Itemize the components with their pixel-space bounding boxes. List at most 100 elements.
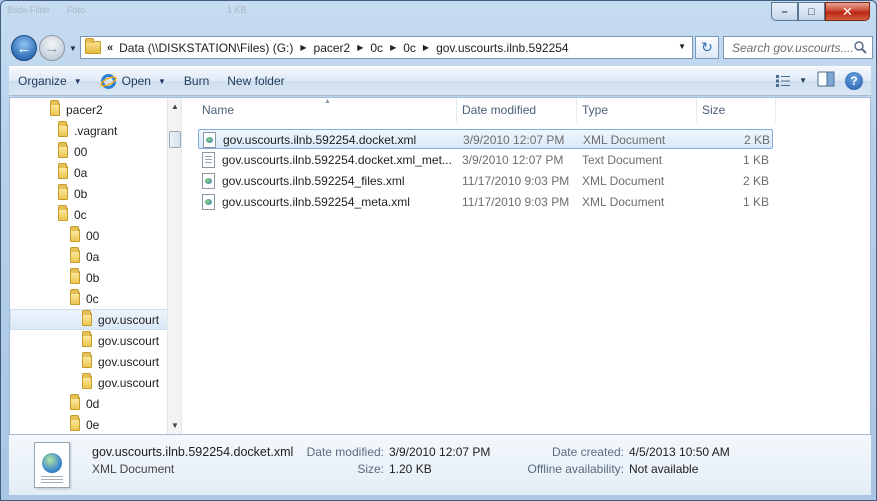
- tree-item[interactable]: 00: [70, 225, 99, 246]
- folder-icon: [70, 226, 80, 242]
- refresh-button[interactable]: ↻: [695, 36, 719, 59]
- file-size: 1 KB: [742, 195, 769, 209]
- breadcrumb-arrow-icon[interactable]: ▶: [357, 43, 363, 52]
- help-icon[interactable]: ?: [845, 71, 863, 90]
- tree-item[interactable]: gov.uscourt: [82, 372, 159, 393]
- tree-item[interactable]: 00: [58, 141, 87, 162]
- file-row[interactable]: gov.uscourts.ilnb.592254_meta.xml 11/17/2…: [198, 192, 773, 212]
- new-folder-label: New folder: [227, 74, 285, 88]
- details-size-label: Size:: [357, 462, 384, 476]
- close-button[interactable]: ✕: [825, 2, 870, 21]
- file-type-cell: Text Document: [582, 150, 662, 170]
- navigation-scrollbar[interactable]: ▲ ▼: [167, 98, 181, 434]
- breadcrumb-pacer2[interactable]: pacer2: [314, 41, 351, 55]
- folder-icon: [70, 268, 80, 284]
- organize-label: Organize: [18, 74, 67, 88]
- preview-pane-button[interactable]: [817, 71, 835, 90]
- tree-item-label: 0b: [74, 186, 88, 201]
- breadcrumb-arrow-icon[interactable]: ▶: [300, 43, 306, 52]
- file-type: Text Document: [582, 153, 663, 167]
- file-type: XML Document: [583, 133, 666, 147]
- file-row[interactable]: gov.uscourts.ilnb.592254.docket.xml_met.…: [198, 150, 773, 170]
- details-date-created: 4/5/2013 10:50 AM: [629, 445, 730, 459]
- scroll-down-icon[interactable]: ▼: [171, 421, 179, 430]
- details-file-name: gov.uscourts.ilnb.592254.docket.xml: [92, 445, 294, 459]
- scrollbar-thumb[interactable]: [169, 131, 181, 148]
- command-bar: Organize ▼ Open ▼ Burn New folder ▼ ?: [9, 66, 871, 96]
- tree-item[interactable]: 0c: [58, 204, 87, 225]
- address-bar[interactable]: « Data (\\DISKSTATION\Files) (G:) ▶ pace…: [80, 36, 693, 59]
- caption-buttons: – □ ✕: [771, 2, 870, 21]
- open-button[interactable]: Open ▼: [91, 67, 175, 95]
- tree-item-label: 0a: [86, 249, 100, 264]
- file-size-cell: 1 KB: [702, 192, 769, 212]
- scroll-up-icon[interactable]: ▲: [171, 102, 179, 111]
- recent-pages-button[interactable]: ▼: [67, 41, 79, 55]
- column-header-date[interactable]: Date modified: [458, 98, 577, 122]
- tree-item[interactable]: gov.uscourt: [82, 330, 159, 351]
- tree-item-label: 00: [74, 144, 88, 159]
- tree-item-label: gov.uscourt: [98, 312, 160, 327]
- folder-icon: [58, 205, 68, 221]
- details-offline-label: Offline availability:: [527, 462, 625, 476]
- organize-menu[interactable]: Organize ▼: [9, 67, 91, 95]
- folder-icon: [85, 38, 101, 54]
- tree-item[interactable]: gov.uscourt: [10, 309, 168, 330]
- content-area: pacer2 .vagrant 00 0a 0b 0c 00 0a 0b 0c gov.uscour…: [9, 97, 871, 435]
- file-row[interactable]: gov.uscourts.ilnb.592254_files.xml 11/17/…: [198, 171, 773, 191]
- ghost-text-a: Bilde-Filter: [7, 5, 51, 15]
- tree-item[interactable]: 0e: [70, 414, 99, 434]
- column-header-type[interactable]: Type: [578, 98, 697, 122]
- tree-item[interactable]: gov.uscourt: [82, 351, 159, 372]
- tree-item[interactable]: .vagrant: [58, 120, 117, 141]
- tree-item[interactable]: 0b: [70, 267, 99, 288]
- tree-item-label: gov.uscourt: [98, 333, 160, 348]
- chevron-down-icon: ▼: [73, 76, 82, 86]
- tree-item[interactable]: pacer2: [50, 99, 103, 120]
- burn-button[interactable]: Burn: [175, 67, 218, 95]
- breadcrumb-drive[interactable]: Data (\\DISKSTATION\Files) (G:): [119, 41, 293, 55]
- breadcrumb-overflow[interactable]: «: [107, 42, 113, 54]
- column-header-size[interactable]: Size: [698, 98, 776, 122]
- details-date-created-label: Date created:: [551, 445, 624, 459]
- change-view-button[interactable]: ▼: [775, 74, 807, 88]
- details-view-icon: [776, 74, 791, 87]
- minimize-button[interactable]: –: [771, 2, 798, 21]
- back-button[interactable]: ←: [11, 35, 37, 61]
- file-row[interactable]: gov.uscourts.ilnb.592254.docket.xml 3/9/2…: [198, 129, 773, 149]
- tree-item-label: 0a: [74, 165, 88, 180]
- breadcrumb-0c[interactable]: 0c: [370, 41, 383, 55]
- file-size-cell: 2 KB: [702, 171, 769, 191]
- breadcrumb-current[interactable]: gov.uscourts.ilnb.592254: [436, 41, 569, 55]
- breadcrumb-arrow-icon[interactable]: ▶: [423, 43, 429, 52]
- maximize-button[interactable]: □: [798, 2, 825, 21]
- preview-pane-icon: [817, 71, 835, 87]
- column-name-label: Name: [202, 103, 235, 117]
- tree-item[interactable]: 0d: [70, 393, 99, 414]
- breadcrumb-arrow-icon[interactable]: ▶: [390, 43, 396, 52]
- sort-up-icon: ▲: [324, 98, 331, 105]
- forward-button[interactable]: →: [39, 35, 65, 61]
- new-folder-button[interactable]: New folder: [218, 67, 293, 95]
- tree-item[interactable]: 0a: [58, 162, 87, 183]
- tree-item[interactable]: 0a: [70, 246, 99, 267]
- file-type: XML Document: [582, 174, 665, 188]
- tree-item[interactable]: 0b: [58, 183, 87, 204]
- forward-arrow-icon: →: [44, 39, 60, 57]
- folder-icon: [70, 289, 80, 305]
- file-name-cell: gov.uscourts.ilnb.592254_files.xml: [202, 171, 405, 191]
- details-date-modified-label: Date modified:: [306, 445, 384, 459]
- file-type-cell: XML Document: [582, 171, 664, 191]
- file-date-cell: 3/9/2010 12:07 PM: [463, 130, 564, 150]
- search-input[interactable]: Search gov.uscourts....: [723, 36, 873, 59]
- breadcrumb-0c-inner[interactable]: 0c: [403, 41, 416, 55]
- file-date: 3/9/2010 12:07 PM: [462, 153, 564, 167]
- folder-icon: [58, 142, 68, 158]
- column-date-label: Date modified: [462, 103, 537, 117]
- xml-doc-icon: [202, 194, 215, 210]
- folder-icon: [70, 394, 80, 410]
- address-dropdown-icon[interactable]: ▼: [678, 42, 686, 51]
- view-controls: ▼ ?: [765, 71, 863, 90]
- internet-explorer-icon: [100, 73, 117, 89]
- tree-item[interactable]: 0c: [70, 288, 99, 309]
